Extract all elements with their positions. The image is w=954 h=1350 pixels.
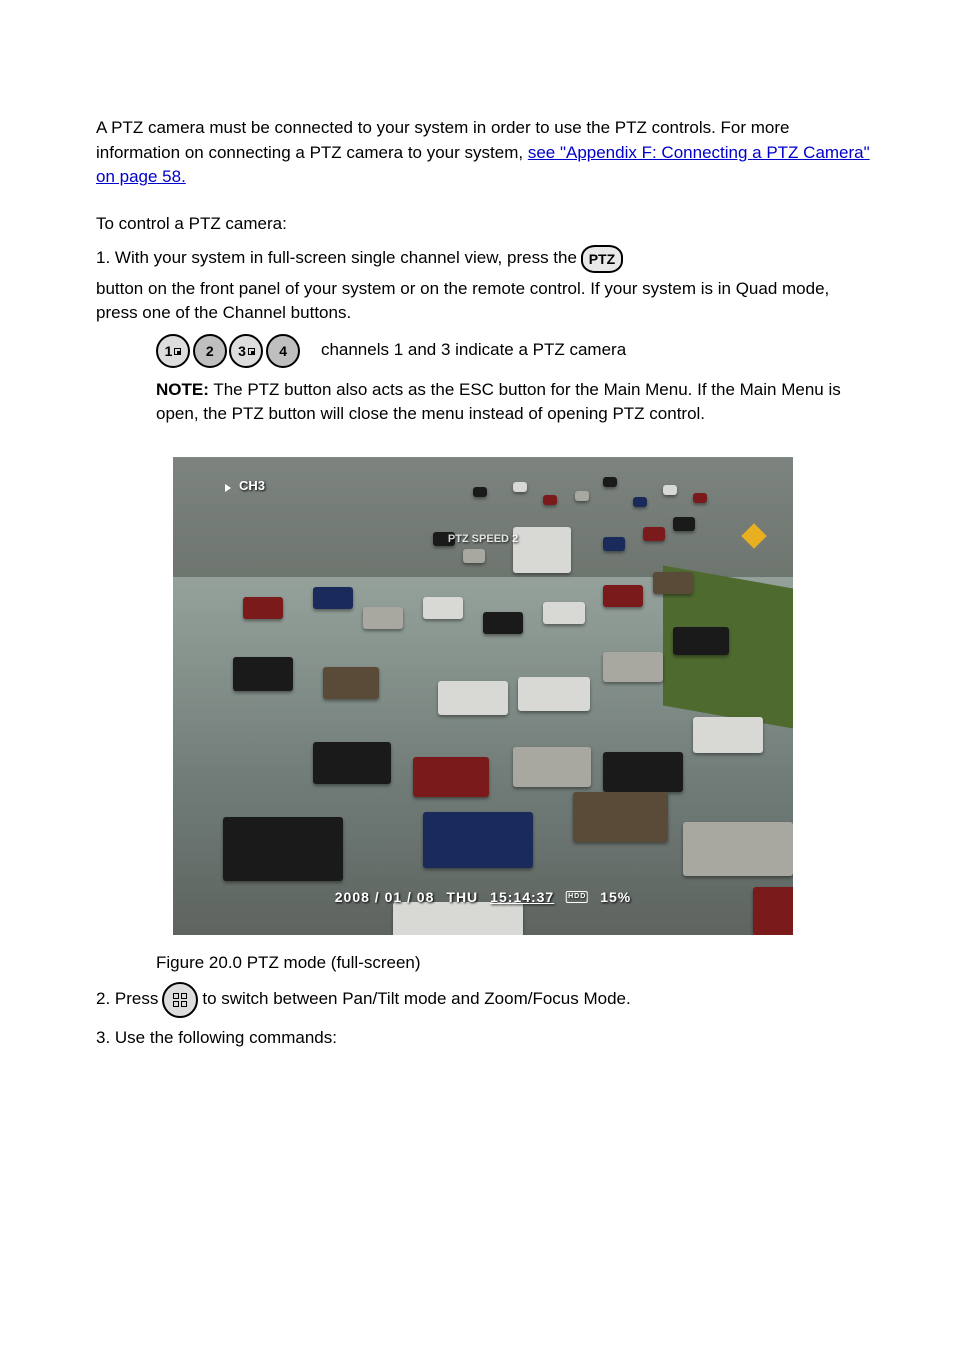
intro-paragraph: A PTZ camera must be connected to your s… <box>96 116 870 190</box>
step-1: 1. With your system in full-screen singl… <box>96 245 870 326</box>
to-control-heading: To control a PTZ camera: <box>96 212 870 237</box>
channel-1-button: 1 <box>156 334 190 368</box>
note-label: NOTE: <box>156 380 209 399</box>
channel-buttons-row: 1 2 3 4 channels 1 and 3 indicate a PTZ … <box>96 334 870 368</box>
osd-date: 2008 / 01 / 08 <box>335 887 435 907</box>
ptz-indicator-icon <box>248 348 255 355</box>
ptz-screenshot: CH3 PTZ SPEED 2 2008 / 01 / 08 THU 15:14… <box>173 457 793 935</box>
figure-caption: Figure 20.0 PTZ mode (full-screen) <box>96 951 870 976</box>
osd-time: 15:14:37 <box>490 887 554 907</box>
osd-channel: CH3 <box>225 477 265 496</box>
step-3: 3. Use the following commands: <box>96 1026 870 1051</box>
step1-pre: 1. With your system in full-screen singl… <box>96 246 577 271</box>
osd-ptz-speed: PTZ SPEED 2 <box>448 532 518 548</box>
step1-post: button on the front panel of your system… <box>96 277 870 326</box>
note-paragraph: NOTE: The PTZ button also acts as the ES… <box>96 378 870 427</box>
osd-day: THU <box>446 887 478 907</box>
osd-status-bar: 2008 / 01 / 08 THU 15:14:37 15% <box>335 887 632 907</box>
step-2: 2. Press to switch between Pan/Tilt mode… <box>96 982 870 1018</box>
speaker-icon <box>225 482 235 492</box>
step2-suffix: to switch between Pan/Tilt mode and Zoom… <box>202 987 630 1012</box>
quad-button-icon <box>162 982 198 1018</box>
hdd-icon <box>566 891 588 903</box>
step2-prefix: 2. Press <box>96 987 158 1012</box>
osd-percent: 15% <box>600 887 631 907</box>
appendix-link[interactable]: see "Appendix F: Connecting <box>528 143 752 162</box>
channel-4-button: 4 <box>266 334 300 368</box>
ptz-button-icon: PTZ <box>581 245 623 273</box>
note-text: The PTZ button also acts as the ESC butt… <box>156 380 841 424</box>
channel-note: channels 1 and 3 indicate a PTZ camera <box>321 340 626 359</box>
ptz-indicator-icon <box>174 348 181 355</box>
channel-2-button: 2 <box>193 334 227 368</box>
channel-3-button: 3 <box>229 334 263 368</box>
